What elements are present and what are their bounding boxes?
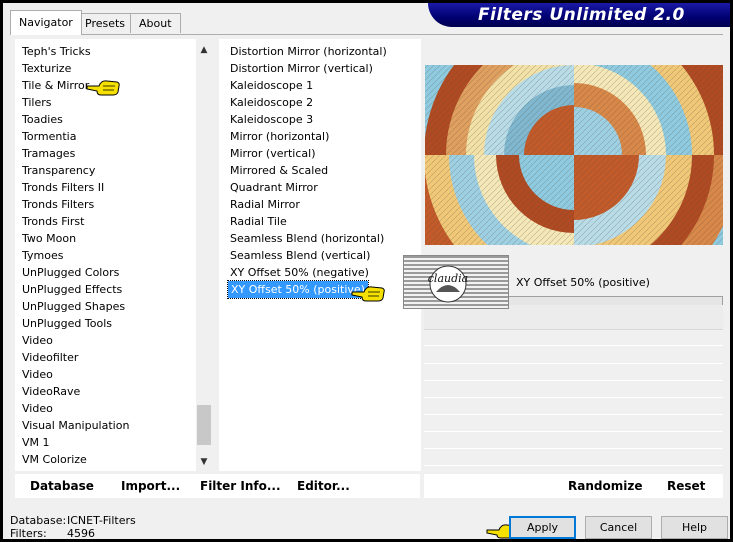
filter-item[interactable]: Quadrant Mirror — [230, 179, 318, 196]
help-button[interactable]: Help — [661, 516, 728, 539]
tab-presets[interactable]: Presets — [76, 13, 135, 33]
randomize-button[interactable]: Randomize — [568, 479, 642, 493]
database-value: ICNET-Filters — [67, 514, 136, 527]
category-item[interactable]: Videofilter — [22, 349, 78, 366]
filter-item[interactable]: XY Offset 50% (positive) — [227, 280, 369, 299]
filter-item[interactable]: Kaleidoscope 2 — [230, 94, 313, 111]
category-item[interactable]: Transparency — [22, 162, 95, 179]
tab-divider — [10, 34, 723, 35]
filters-unlimited-dialog: Navigator Presets About Filters Unlimite… — [3, 3, 730, 539]
filter-item[interactable]: Mirrored & Scaled — [230, 162, 328, 179]
category-item[interactable]: Tile & Mirror — [22, 77, 89, 94]
apply-button[interactable]: Apply — [509, 516, 576, 539]
filter-item[interactable]: Distortion Mirror (vertical) — [230, 60, 373, 77]
category-item[interactable]: Texturize — [22, 60, 71, 77]
import-button[interactable]: Import... — [121, 479, 180, 493]
scroll-up-icon[interactable]: ▲ — [196, 43, 212, 57]
filter-info-button[interactable]: Filter Info... — [200, 479, 281, 493]
cancel-button[interactable]: Cancel — [585, 516, 652, 539]
category-item[interactable]: Two Moon — [22, 230, 76, 247]
database-label: Database: — [10, 514, 67, 527]
category-item[interactable]: Video — [22, 400, 53, 417]
pointer-hand-icon — [86, 80, 120, 96]
banner-title: Filters Unlimited 2.0 — [428, 3, 730, 27]
editor-button[interactable]: Editor... — [297, 479, 350, 493]
category-item[interactable]: VideoRave — [22, 383, 80, 400]
category-item[interactable]: Visual Manipulation — [22, 417, 129, 434]
category-item[interactable]: UnPlugged Tools — [22, 315, 112, 332]
category-item[interactable]: Tilers — [22, 94, 52, 111]
category-item[interactable]: Tormentia — [22, 128, 76, 145]
category-item[interactable]: Video — [22, 332, 53, 349]
category-item[interactable]: Teph's Tricks — [22, 43, 91, 60]
tab-navigator[interactable]: Navigator — [10, 10, 82, 35]
filter-list[interactable]: Distortion Mirror (horizontal) Distortion… — [219, 39, 421, 471]
filters-count: 4596 — [67, 527, 95, 539]
left-toolbar: Database Import... Filter Info... Editor… — [15, 474, 420, 498]
right-toolbar: Randomize Reset — [424, 474, 723, 498]
filter-item[interactable]: Distortion Mirror (horizontal) — [230, 43, 387, 60]
category-item[interactable]: VM Colorize — [22, 451, 87, 468]
category-item[interactable]: UnPlugged Effects — [22, 281, 122, 298]
category-item[interactable]: UnPlugged Colors — [22, 264, 119, 281]
filter-item[interactable]: Kaleidoscope 3 — [230, 111, 313, 128]
category-item[interactable]: Tronds Filters II — [22, 179, 104, 196]
reset-button[interactable]: Reset — [667, 479, 705, 493]
category-list[interactable]: Teph's Tricks Texturize Tile & Mirror Tiler… — [15, 39, 212, 471]
filter-item[interactable]: Radial Tile — [230, 213, 287, 230]
filter-item[interactable]: Seamless Blend (vertical) — [230, 247, 370, 264]
preview-image — [425, 65, 723, 245]
filter-item[interactable]: Kaleidoscope 1 — [230, 77, 313, 94]
filters-label: Filters: — [10, 527, 47, 539]
scrollbar-thumb[interactable] — [197, 405, 211, 445]
scroll-down-icon[interactable]: ▼ — [196, 455, 212, 469]
category-item[interactable]: Toadies — [22, 111, 63, 128]
category-item[interactable]: UnPlugged Shapes — [22, 298, 125, 315]
watermark-logo: claudia — [403, 255, 509, 309]
category-item[interactable]: Video — [22, 366, 53, 383]
pointer-hand-icon — [351, 286, 385, 302]
selected-filter-label: XY Offset 50% (positive) — [516, 276, 650, 289]
watermark-text: claudia — [428, 272, 468, 285]
filter-item[interactable]: Mirror (horizontal) — [230, 128, 329, 145]
database-button[interactable]: Database — [30, 479, 94, 493]
category-item[interactable]: Tramages — [22, 145, 75, 162]
filter-item[interactable]: Seamless Blend (horizontal) — [230, 230, 384, 247]
category-item[interactable]: Tymoes — [22, 247, 63, 264]
filter-item[interactable]: XY Offset 50% (negative) — [230, 264, 369, 281]
filter-item[interactable]: Radial Mirror — [230, 196, 300, 213]
category-item[interactable]: VM 1 — [22, 434, 50, 451]
category-item[interactable]: Tronds First — [22, 213, 84, 230]
category-item[interactable]: Tronds Filters — [22, 196, 94, 213]
status-info: Database:ICNET-Filters Filters: 4596 — [10, 514, 136, 539]
category-scrollbar[interactable]: ▲ ▼ — [196, 39, 212, 471]
tab-about[interactable]: About — [130, 13, 181, 33]
filter-item[interactable]: Mirror (vertical) — [230, 145, 316, 162]
